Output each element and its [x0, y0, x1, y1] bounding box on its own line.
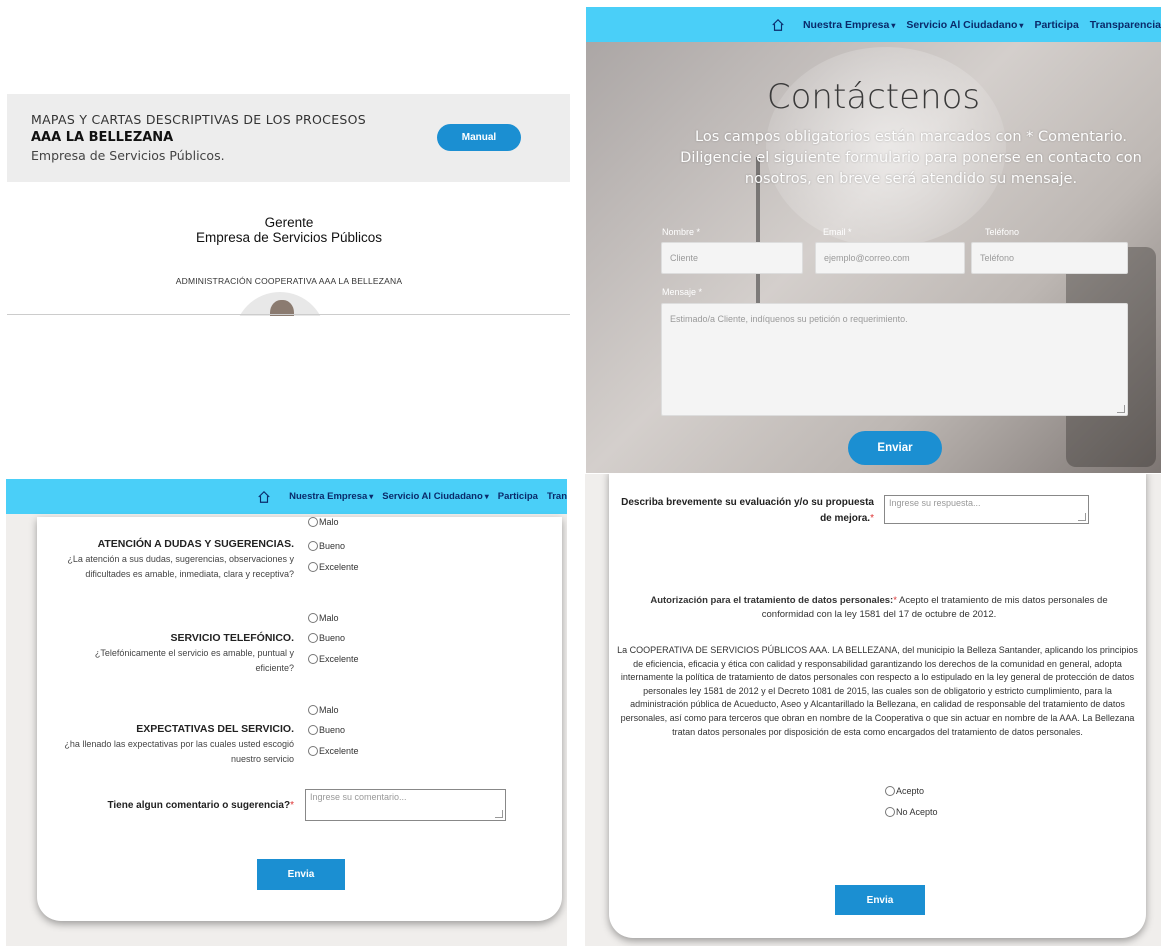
survey-card: Malo ATENCIÓN A DUDAS Y SUGERENCIAS. Bue…	[37, 517, 562, 921]
banner-description: Empresa de Servicios Públicos.	[31, 148, 225, 163]
comment-placeholder: Ingrese su comentario...	[310, 792, 407, 802]
q2-option-bueno[interactable]: Bueno	[308, 633, 345, 643]
nav-servicio-ciudadano[interactable]: Servicio Al Ciudadano ▾	[382, 491, 489, 502]
nav-nuestra-empresa[interactable]: Nuestra Empresa ▾	[289, 491, 373, 502]
q1-title: ATENCIÓN A DUDAS Y SUGERENCIAS.	[97, 538, 294, 550]
consent-card: Describa brevemente su evaluación y/o su…	[609, 474, 1146, 938]
admin-caption: ADMINISTRACIÓN COOPERATIVA AAA LA BELLEZ…	[175, 276, 403, 286]
q1-option-bueno[interactable]: Bueno	[308, 541, 345, 551]
name-field[interactable]: Cliente	[661, 242, 803, 274]
privacy-policy-text: La COOPERATIVA DE SERVICIOS PÚBLICOS AAA…	[617, 645, 1138, 737]
gerente-subtitle: Empresa de Servicios Públicos	[195, 230, 383, 245]
name-label: Nombre *	[662, 227, 701, 237]
nav-nuestra-empresa[interactable]: Nuestra Empresa ▾	[803, 19, 895, 31]
q2-title: SERVICIO TELEFÓNICO.	[170, 632, 295, 644]
q2-description: ¿Telefónicamente el servicio es amable, …	[94, 648, 294, 673]
consent-option-accept[interactable]: Acepto	[885, 786, 924, 796]
message-field[interactable]: Estimado/a Cliente, indíquenos su petici…	[661, 303, 1128, 416]
q1-description: ¿La atención a sus dudas, sugerencias, o…	[67, 554, 294, 579]
about-panel: MAPAS Y CARTAS DESCRIPTIVAS DE LOS PROCE…	[0, 0, 578, 460]
evaluation-field[interactable]: Ingrese su respuesta...	[884, 495, 1089, 524]
resize-handle[interactable]	[1117, 405, 1125, 413]
manual-button[interactable]: Manual	[437, 124, 521, 151]
comment-field[interactable]: Ingrese su comentario...	[305, 789, 506, 821]
page-title: Contáctenos	[766, 77, 981, 117]
resize-handle[interactable]	[1078, 513, 1086, 521]
survey-panel: Nuestra Empresa ▾ Servicio Al Ciudadano ▾ …	[6, 479, 567, 946]
home-icon[interactable]	[257, 490, 271, 504]
q3-option-malo[interactable]: Malo	[308, 705, 339, 715]
divider	[7, 314, 570, 315]
gerente-title: Gerente	[264, 215, 314, 230]
nav-transparencia[interactable]: Transparencia	[1090, 19, 1161, 31]
q2-option-excelente[interactable]: Excelente	[308, 654, 359, 664]
phone-field[interactable]: Teléfono	[971, 242, 1128, 274]
consent-option-decline[interactable]: No Acepto	[885, 807, 938, 817]
q3-option-bueno[interactable]: Bueno	[308, 725, 345, 735]
authorization-text: Autorización para el tratamiento de dato…	[650, 595, 1108, 620]
survey-submit-button[interactable]: Envia	[257, 859, 345, 890]
consent-submit-button[interactable]: Envia	[835, 885, 925, 915]
processes-banner: MAPAS Y CARTAS DESCRIPTIVAS DE LOS PROCE…	[7, 94, 570, 182]
q2-option-malo[interactable]: Malo	[308, 613, 339, 623]
banner-company: AAA LA BELLEZANA	[31, 130, 174, 145]
email-label: Email *	[823, 227, 852, 237]
email-field[interactable]: ejemplo@correo.com	[815, 242, 965, 274]
message-placeholder: Estimado/a Cliente, indíquenos su petici…	[670, 314, 908, 324]
resize-handle[interactable]	[495, 810, 503, 818]
evaluation-label: Describa brevemente su evaluación y/o su…	[621, 497, 874, 524]
navbar: Nuestra Empresa ▾ Servicio Al Ciudadano ▾ …	[586, 7, 1161, 42]
authorization-label: Autorización para el tratamiento de dato…	[650, 595, 894, 606]
message-label: Mensaje *	[662, 287, 703, 297]
form-instructions: Los campos obligatorios están marcados c…	[680, 129, 1142, 187]
send-button[interactable]: Enviar	[848, 431, 942, 465]
q3-title: EXPECTATIVAS DEL SERVICIO.	[136, 723, 294, 735]
q1-option-malo[interactable]: Malo	[308, 517, 339, 527]
evaluation-placeholder: Ingrese su respuesta...	[889, 498, 981, 508]
nav-transparencia[interactable]: Tran	[547, 491, 567, 502]
q1-option-excelente[interactable]: Excelente	[308, 562, 359, 572]
nav-participa[interactable]: Participa	[1034, 19, 1078, 31]
consent-panel: Describa brevemente su evaluación y/o su…	[585, 474, 1161, 946]
comment-label: Tiene algun comentario o sugerencia?*	[107, 800, 294, 811]
contact-panel: Nuestra Empresa ▾ Servicio Al Ciudadano ▾ …	[586, 7, 1161, 473]
q3-option-excelente[interactable]: Excelente	[308, 746, 359, 756]
banner-heading: MAPAS Y CARTAS DESCRIPTIVAS DE LOS PROCE…	[31, 112, 367, 127]
navbar: Nuestra Empresa ▾ Servicio Al Ciudadano ▾ …	[6, 479, 567, 514]
nav-servicio-ciudadano[interactable]: Servicio Al Ciudadano ▾	[906, 19, 1023, 31]
phone-label: Teléfono	[985, 227, 1020, 237]
q3-description: ¿ha llenado las expectativas por las cua…	[64, 739, 294, 764]
nav-participa[interactable]: Participa	[498, 491, 538, 502]
home-icon[interactable]	[771, 18, 785, 32]
